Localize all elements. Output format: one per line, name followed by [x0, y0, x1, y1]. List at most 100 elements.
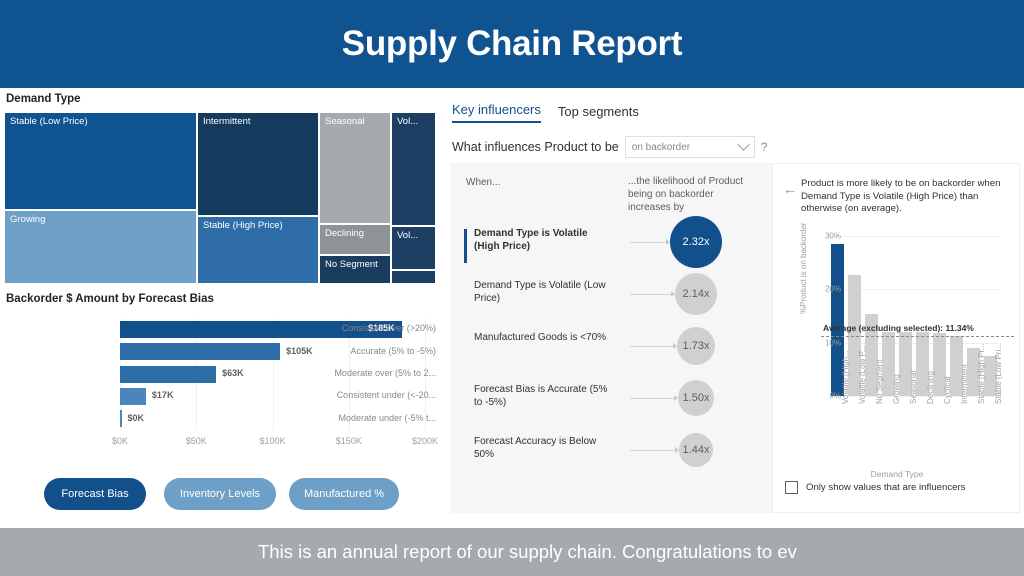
ki-influencer-label: Demand Type is Volatile (High Price)	[474, 228, 588, 252]
chevron-down-icon	[736, 138, 750, 151]
ki-detail-x-tick: Volatile (High...	[840, 350, 850, 404]
report-canvas: Demand Type Stable (Low Price) Growing Int…	[0, 88, 1024, 528]
ki-influencer-row[interactable]: Forecast Accuracy is Below 50% 1.44x	[450, 429, 780, 485]
barchart-title: Backorder $ Amount by Forecast Bias	[6, 293, 214, 305]
ki-detail-panel: ← Product is more likely to be on backor…	[772, 163, 1020, 513]
treemap-tile-label: Growing	[10, 214, 46, 225]
only-influencers-checkbox[interactable]	[785, 481, 798, 494]
ki-detail-x-tick: Intermittent	[959, 363, 969, 404]
ki-detail-y-axis-title: %Product is on backorder	[799, 222, 808, 314]
treemap-tile[interactable]: Stable (High Price)	[197, 216, 319, 284]
ki-detail-x-tick: Stable (Low Pri...	[993, 343, 1003, 404]
treemap-tile-label: No Segment	[325, 259, 378, 270]
page-header: Supply Chain Report	[0, 0, 1024, 88]
demand-type-treemap[interactable]: Stable (Low Price) Growing Intermittent Sta…	[4, 112, 436, 284]
barchart-category-label: Moderate over (5% to 2...	[334, 368, 436, 378]
barchart-category-label: Consistent over (>20%)	[341, 323, 436, 334]
ki-influencer-row[interactable]: Demand Type is Volatile (High Price) 2.32…	[450, 216, 780, 277]
ki-detail-x-tick: Growing	[891, 374, 901, 404]
barchart-value-label: $63K	[222, 368, 244, 378]
caption-text: This is an annual report of our supply c…	[258, 541, 797, 562]
barchart-bar[interactable]	[120, 410, 122, 428]
report-page: Supply Chain Report Demand Type Stable (…	[0, 0, 1024, 576]
ki-influence-bubble[interactable]: 2.32x	[670, 216, 722, 268]
key-influencers-visual: Key influencers Top segments What influe…	[442, 88, 1024, 528]
ki-question-label: What influences Product to be	[452, 140, 619, 154]
ki-connector-line	[630, 398, 676, 399]
treemap-tile-label: Declining	[325, 228, 365, 239]
ki-influencer-row[interactable]: Forecast Bias is Accurate (5% to -5%) 1.5…	[450, 377, 780, 433]
barchart-value-label: $17K	[151, 390, 174, 401]
ki-detail-average-line	[821, 335, 1014, 337]
measure-pill-row: Forecast Bias Inventory Levels Manufacture…	[0, 468, 440, 510]
ki-detail-y-tick: 0%	[829, 391, 841, 401]
ki-column-when: When...	[466, 177, 501, 188]
barchart-category-label: Consistent under (<-20...	[336, 390, 436, 401]
ki-influence-bubble[interactable]: 1.44x	[679, 433, 713, 467]
ki-detail-x-tick: Seasonal	[908, 370, 918, 404]
backorder-bar-chart[interactable]: $185K $105K $63K $17K $0K Consistent over (>…	[4, 310, 439, 460]
ki-tab-strip: Key influencers Top segments	[452, 102, 639, 123]
barchart-x-tick: $50K	[185, 436, 207, 446]
ki-influencer-row[interactable]: Manufactured Goods is <70% 1.73x	[450, 325, 780, 381]
ki-column-likelihood: ...the likelihood of Product being on ba…	[628, 176, 744, 213]
barchart-x-tick: $100K	[259, 436, 286, 446]
help-icon[interactable]: ?	[761, 140, 768, 154]
page-title: Supply Chain Report	[341, 24, 683, 63]
ki-detail-average-label: Average (excluding selected): 11.34%	[823, 322, 974, 333]
caption-bar: This is an annual report of our supply c…	[0, 528, 1024, 576]
barchart-value-label: $0K	[127, 412, 145, 423]
ki-influence-bubble[interactable]: 1.73x	[677, 327, 715, 365]
left-pane: Demand Type Stable (Low Price) Growing Int…	[0, 88, 440, 528]
treemap-tile[interactable]: No Segment	[319, 255, 391, 284]
treemap-tile-label: Vol...	[397, 230, 419, 241]
treemap-tile[interactable]: Vol...	[391, 226, 436, 270]
barchart-bar[interactable]	[120, 387, 146, 405]
treemap-tile[interactable]: Seasonal	[319, 112, 391, 224]
ki-question-row: What influences Product to be on backord…	[452, 136, 767, 158]
ki-connector-line	[630, 346, 675, 347]
ki-detail-x-tick: No Segment	[874, 359, 884, 404]
treemap-tile[interactable]: Intermittent	[197, 112, 319, 216]
treemap-tile[interactable]	[391, 270, 436, 284]
ki-detail-x-tick: Stable (High Pr...	[976, 343, 986, 404]
tab-top-segments[interactable]: Top segments	[558, 104, 639, 123]
barchart-bar[interactable]	[120, 343, 281, 361]
ki-detail-x-tick: Cyclical	[942, 376, 952, 404]
ki-detail-description: Product is more likely to be on backorde…	[801, 178, 1001, 214]
ki-connector-line	[630, 450, 677, 451]
ki-detail-y-tick: 20%	[824, 284, 841, 294]
treemap-tile-label: Intermittent	[203, 116, 251, 127]
treemap-tile-label: Seasonal	[325, 116, 365, 127]
tab-key-influencers[interactable]: Key influencers	[452, 102, 541, 123]
treemap-tile[interactable]: Stable (Low Price)	[4, 112, 197, 210]
ki-influencer-row[interactable]: Demand Type is Volatile (Low Price) 2.14x	[450, 273, 780, 329]
barchart-bar[interactable]	[120, 365, 217, 383]
treemap-title: Demand Type	[6, 93, 81, 105]
ki-connector-line	[630, 242, 668, 243]
ki-influencer-label: Manufactured Goods is <70%	[474, 332, 607, 343]
gridline	[829, 236, 999, 237]
only-influencers-checkbox-row[interactable]: Only show values that are influencers	[785, 481, 965, 494]
ki-detail-x-tick: Volatile (Low P...	[857, 345, 867, 404]
treemap-tile[interactable]: Growing	[4, 210, 197, 284]
measure-pill-inventory-levels[interactable]: Inventory Levels	[164, 478, 276, 510]
ki-target-dropdown[interactable]: on backorder	[624, 136, 755, 158]
measure-pill-forecast-bias[interactable]: Forecast Bias	[44, 478, 146, 510]
ki-detail-y-tick: 10%	[824, 338, 841, 348]
ki-influence-bubble[interactable]: 2.14x	[675, 273, 717, 315]
ki-influence-bubble[interactable]: 1.50x	[678, 380, 714, 416]
ki-detail-x-tick: Declining	[925, 371, 935, 404]
back-arrow-icon[interactable]: ←	[783, 181, 797, 197]
measure-pill-manufactured[interactable]: Manufactured %	[289, 478, 399, 510]
treemap-tile-label: Stable (Low Price)	[10, 116, 88, 127]
ki-influencer-label: Demand Type is Volatile (Low Price)	[474, 280, 606, 304]
barchart-x-tick: $200K	[411, 436, 439, 446]
ki-influencer-label: Forecast Bias is Accurate (5% to -5%)	[474, 384, 608, 408]
treemap-tile[interactable]: Declining	[319, 224, 391, 255]
ki-connector-line	[630, 294, 673, 295]
barchart-category-label: Accurate (5% to -5%)	[350, 345, 436, 356]
barchart-value-label: $105K	[286, 345, 313, 356]
treemap-tile[interactable]: Vol...	[391, 112, 436, 226]
ki-influencer-label: Forecast Accuracy is Below 50%	[474, 436, 597, 460]
